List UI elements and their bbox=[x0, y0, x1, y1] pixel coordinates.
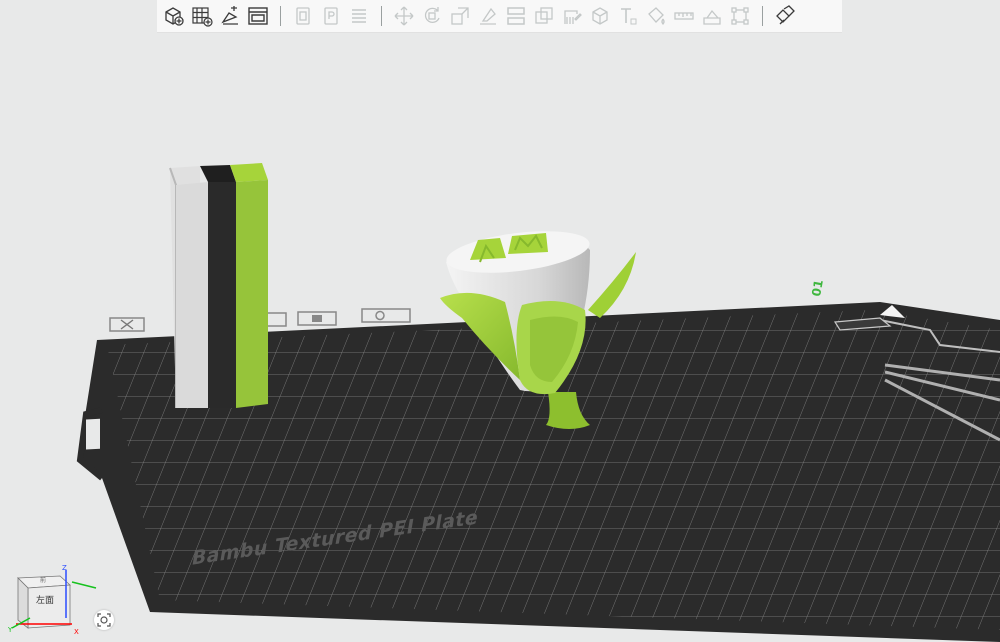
plate-index: 01 bbox=[809, 279, 826, 298]
axis-y-label: Y bbox=[7, 626, 13, 634]
3d-viewport[interactable]: 01 左面 前 Z Y X bbox=[0, 0, 1000, 642]
view-cube-top-label: 前 bbox=[40, 576, 46, 584]
axis-x-label: X bbox=[74, 628, 79, 636]
prime-tower[interactable] bbox=[169, 163, 268, 408]
axis-z-label: Z bbox=[62, 564, 67, 572]
zoom-to-fit-button[interactable] bbox=[94, 610, 114, 630]
view-cube-face-label: 左面 bbox=[36, 594, 54, 606]
plate-settings-button[interactable] bbox=[361, 308, 411, 323]
zoom-fit-icon bbox=[97, 613, 111, 627]
